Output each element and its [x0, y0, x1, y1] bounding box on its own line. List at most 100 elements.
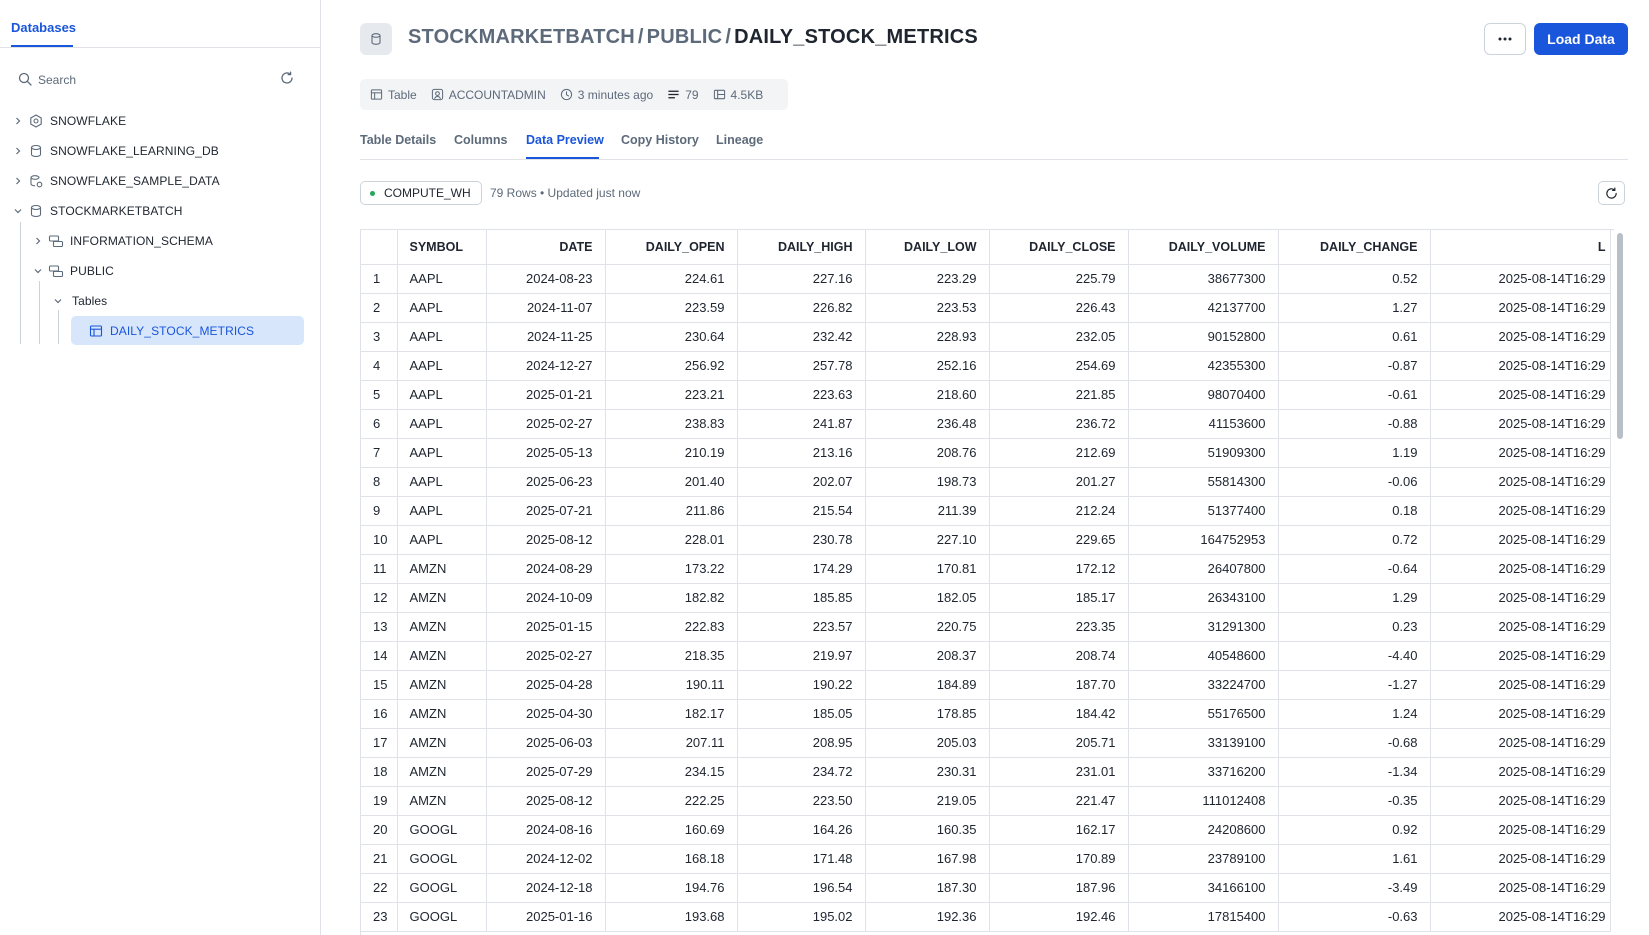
table-cell[interactable]: 2025-08-14T16:29	[1430, 409, 1611, 439]
table-cell[interactable]: 90152800	[1128, 322, 1279, 352]
table-cell[interactable]: 23789100	[1128, 844, 1279, 874]
table-cell[interactable]: 2024-12-27	[486, 351, 606, 381]
table-cell[interactable]: 33716200	[1128, 757, 1279, 787]
tab-table-details[interactable]: Table Details	[360, 133, 436, 147]
table-row[interactable]: 11 AMZN 2024-08-29 173.22 174.29 170.81 172.12…	[361, 554, 1611, 584]
table-cell[interactable]: 208.37	[865, 641, 990, 671]
table-cell[interactable]: 234.72	[737, 757, 866, 787]
table-cell[interactable]: 0.92	[1278, 815, 1431, 845]
table-cell[interactable]: 232.42	[737, 322, 866, 352]
table-cell[interactable]: 2025-04-28	[486, 670, 606, 700]
table-cell[interactable]: 218.60	[865, 380, 990, 410]
table-cell[interactable]: 201.27	[989, 467, 1129, 497]
tree-db-snowflake[interactable]: SNOWFLAKE	[12, 109, 126, 133]
table-cell[interactable]: 223.35	[989, 612, 1129, 642]
table-cell[interactable]: 208.76	[865, 438, 990, 468]
row-index-cell[interactable]: 23	[361, 902, 398, 932]
table-cell[interactable]: 2025-07-21	[486, 496, 606, 526]
table-cell[interactable]: 0.52	[1278, 264, 1431, 294]
tree-schema-information[interactable]: INFORMATION_SCHEMA	[32, 229, 213, 253]
table-cell[interactable]: 205.03	[865, 728, 990, 758]
table-cell[interactable]: 2025-08-14T16:29	[1430, 902, 1611, 932]
table-cell[interactable]: 211.39	[865, 496, 990, 526]
row-index-cell[interactable]: 22	[361, 873, 398, 903]
table-cell[interactable]: AMZN	[397, 641, 487, 671]
table-cell[interactable]: 2025-08-14T16:29	[1430, 525, 1611, 555]
row-index-cell[interactable]: 7	[361, 438, 398, 468]
table-cell[interactable]: 196.54	[737, 873, 866, 903]
table-cell[interactable]: 223.29	[865, 264, 990, 294]
table-cell[interactable]: 2025-04-30	[486, 699, 606, 729]
table-cell[interactable]: 226.43	[989, 293, 1129, 323]
table-cell[interactable]: 227.10	[865, 525, 990, 555]
table-cell[interactable]: 223.63	[737, 380, 866, 410]
table-cell[interactable]: 2025-08-14T16:29	[1430, 583, 1611, 613]
table-cell[interactable]: 222.83	[605, 612, 738, 642]
row-index-cell[interactable]: 21	[361, 844, 398, 874]
table-cell[interactable]: 228.93	[865, 322, 990, 352]
row-index-cell[interactable]: 20	[361, 815, 398, 845]
table-cell[interactable]: 208.95	[737, 728, 866, 758]
table-cell[interactable]: 2024-11-25	[486, 322, 606, 352]
table-cell[interactable]: 2025-08-14T16:29	[1430, 670, 1611, 700]
tree-db-snowflake-sample[interactable]: SNOWFLAKE_SAMPLE_DATA	[12, 169, 220, 193]
table-cell[interactable]: 2025-06-23	[486, 467, 606, 497]
row-index-cell[interactable]: 3	[361, 322, 398, 352]
table-cell[interactable]: 195.02	[737, 902, 866, 932]
table-cell[interactable]: 164.26	[737, 815, 866, 845]
table-row[interactable]: 9 AAPL 2025-07-21 211.86 215.54 211.39 212.24 5…	[361, 496, 1611, 526]
table-cell[interactable]: 218.35	[605, 641, 738, 671]
tab-copy-history[interactable]: Copy History	[621, 133, 699, 147]
table-cell[interactable]: 1.24	[1278, 699, 1431, 729]
table-cell[interactable]: 168.18	[605, 844, 738, 874]
column-header[interactable]: DATE	[486, 230, 606, 265]
table-row[interactable]: 17 AMZN 2025-06-03 207.11 208.95 205.03 205.71…	[361, 728, 1611, 758]
table-cell[interactable]: 213.16	[737, 438, 866, 468]
table-cell[interactable]: 2025-08-14T16:29	[1430, 699, 1611, 729]
table-cell[interactable]: 2024-12-18	[486, 873, 606, 903]
table-cell[interactable]: 254.69	[989, 351, 1129, 381]
breadcrumb-schema[interactable]: PUBLIC	[647, 26, 723, 48]
row-index-cell[interactable]: 4	[361, 351, 398, 381]
table-cell[interactable]: 211.86	[605, 496, 738, 526]
table-row[interactable]: 10 AAPL 2025-08-12 228.01 230.78 227.10 229.65…	[361, 525, 1611, 555]
table-cell[interactable]: 2025-08-14T16:29	[1430, 264, 1611, 294]
table-cell[interactable]: 2025-08-14T16:29	[1430, 757, 1611, 787]
table-cell[interactable]: 2025-02-27	[486, 409, 606, 439]
table-cell[interactable]: 2025-08-14T16:29	[1430, 293, 1611, 323]
table-cell[interactable]: 42355300	[1128, 351, 1279, 381]
table-cell[interactable]: 2024-08-23	[486, 264, 606, 294]
table-cell[interactable]: 24208600	[1128, 815, 1279, 845]
row-index-cell[interactable]: 1	[361, 264, 398, 294]
table-cell[interactable]: 193.68	[605, 902, 738, 932]
table-cell[interactable]: 2025-01-15	[486, 612, 606, 642]
table-cell[interactable]: 2025-08-14T16:29	[1430, 322, 1611, 352]
row-index-cell[interactable]: 6	[361, 409, 398, 439]
table-cell[interactable]: 257.78	[737, 351, 866, 381]
table-cell[interactable]: AMZN	[397, 554, 487, 584]
table-cell[interactable]: 185.05	[737, 699, 866, 729]
table-row[interactable]: 20 GOOGL 2024-08-16 160.69 164.26 160.35 162.1…	[361, 815, 1611, 845]
table-cell[interactable]: 111012408	[1128, 786, 1279, 816]
table-row[interactable]: 12 AMZN 2024-10-09 182.82 185.85 182.05 185.17…	[361, 583, 1611, 613]
table-cell[interactable]: 98070400	[1128, 380, 1279, 410]
table-cell[interactable]: 230.31	[865, 757, 990, 787]
table-cell[interactable]: GOOGL	[397, 815, 487, 845]
tree-db-stockmarketbatch[interactable]: STOCKMARKETBATCH	[12, 199, 183, 223]
table-row[interactable]: 2 AAPL 2024-11-07 223.59 226.82 223.53 226.43 4…	[361, 293, 1611, 323]
table-cell[interactable]: 192.46	[989, 902, 1129, 932]
table-cell[interactable]: 0.23	[1278, 612, 1431, 642]
chevron-down-icon[interactable]	[12, 205, 24, 217]
table-cell[interactable]: 51377400	[1128, 496, 1279, 526]
table-cell[interactable]: 2025-08-14T16:29	[1430, 815, 1611, 845]
table-cell[interactable]: 219.05	[865, 786, 990, 816]
table-cell[interactable]: -1.27	[1278, 670, 1431, 700]
refresh-icon[interactable]	[280, 71, 294, 88]
table-cell[interactable]: AAPL	[397, 467, 487, 497]
table-cell[interactable]: -0.87	[1278, 351, 1431, 381]
table-cell[interactable]: 160.69	[605, 815, 738, 845]
table-cell[interactable]: 219.97	[737, 641, 866, 671]
table-cell[interactable]: 208.74	[989, 641, 1129, 671]
table-cell[interactable]: 2025-08-14T16:29	[1430, 873, 1611, 903]
table-cell[interactable]: 2025-08-14T16:29	[1430, 728, 1611, 758]
